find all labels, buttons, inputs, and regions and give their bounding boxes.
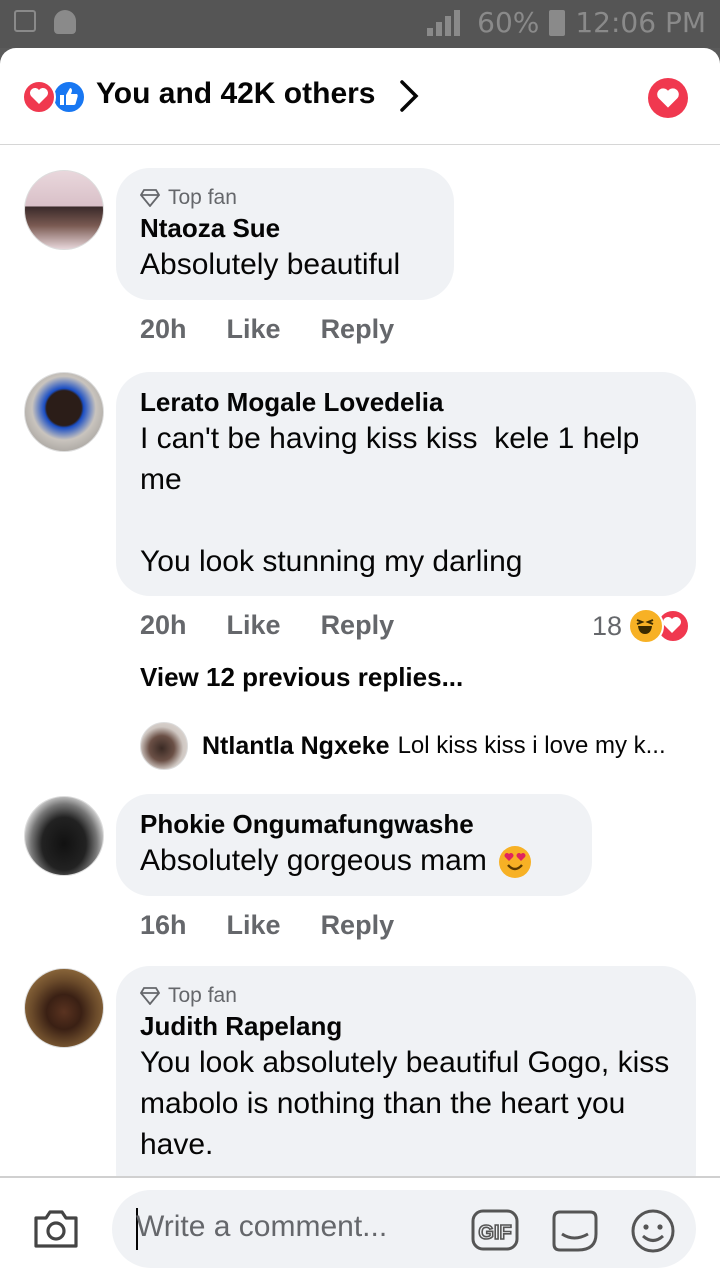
svg-text:GIF: GIF xyxy=(478,1222,511,1244)
avatar[interactable] xyxy=(140,722,188,770)
comment-text: Absolutely gorgeous mam xyxy=(140,840,568,881)
view-previous-replies[interactable]: View 12 previous replies... xyxy=(140,662,463,693)
comment-author[interactable]: Ntaoza Sue xyxy=(140,212,430,244)
comment-time[interactable]: 16h xyxy=(140,910,187,941)
comment-author[interactable]: Lerato Mogale Lovedelia xyxy=(140,386,672,418)
gallery-notification-icon xyxy=(14,10,36,32)
love-reaction-icon xyxy=(22,80,56,114)
reply-text: Lol kiss kiss i love my k... xyxy=(397,732,666,759)
top-fan-badge: Top fan xyxy=(140,982,672,1010)
chevron-right-icon[interactable] xyxy=(394,78,424,114)
avatar[interactable] xyxy=(24,372,104,452)
clock: 12:06 PM xyxy=(575,6,706,39)
comment-time[interactable]: 20h xyxy=(140,314,187,345)
avatar[interactable] xyxy=(24,170,104,250)
battery-percent: 60% xyxy=(477,6,540,39)
diamond-icon xyxy=(140,189,160,207)
avatar[interactable] xyxy=(24,968,104,1048)
emoji-icon[interactable] xyxy=(630,1208,676,1254)
like-button[interactable]: Like xyxy=(227,610,281,641)
reactions-header[interactable]: You and 42K others xyxy=(0,48,720,145)
status-bar: 60% 12:06 PM xyxy=(0,0,720,48)
comment-actions: 16h Like Reply xyxy=(140,910,394,941)
signal-icon xyxy=(427,9,467,36)
comment-author[interactable]: Phokie Ongumafungwashe xyxy=(140,808,568,840)
battery-icon xyxy=(549,9,566,36)
comment-bubble: Top fan Judith Rapelang You look absolut… xyxy=(116,966,696,1206)
reply-button[interactable]: Reply xyxy=(321,910,395,941)
snapchat-notification-icon xyxy=(54,10,76,34)
comment-time[interactable]: 20h xyxy=(140,610,187,641)
sticker-icon[interactable] xyxy=(550,1208,600,1254)
love-reaction-button[interactable] xyxy=(648,78,688,118)
reply-button[interactable]: Reply xyxy=(321,314,395,345)
reaction-icons xyxy=(22,80,88,114)
like-button[interactable]: Like xyxy=(227,910,281,941)
comment-bubble: Phokie Ongumafungwashe Absolutely gorgeo… xyxy=(116,794,592,896)
comments-sheet: You and 42K others Top fan Ntaoza Sue Ab… xyxy=(0,48,720,1280)
comment-input[interactable]: Write a comment... GIF xyxy=(112,1190,696,1268)
comment-author[interactable]: Judith Rapelang xyxy=(140,1010,672,1042)
comment-bubble: Top fan Ntaoza Sue Absolutely beautiful xyxy=(116,168,454,300)
reply-preview[interactable]: Ntlantla Ngxeke Lol kiss kiss i love my … xyxy=(140,722,666,770)
heart-eyes-emoji-icon xyxy=(499,846,532,879)
reaction-count: 18 xyxy=(592,610,623,641)
top-fan-badge: Top fan xyxy=(140,184,430,212)
haha-reaction-icon xyxy=(628,608,665,644)
avatar[interactable] xyxy=(24,796,104,876)
comment-bubble: Lerato Mogale Lovedelia I can't be havin… xyxy=(116,372,696,596)
reactions-summary[interactable]: You and 42K others xyxy=(96,77,376,111)
reply-author[interactable]: Ntlantla Ngxeke xyxy=(202,732,390,761)
comment-actions: 20h Like Reply xyxy=(140,610,394,641)
reaction-summary[interactable]: 18 xyxy=(592,608,691,644)
camera-icon[interactable] xyxy=(32,1208,80,1250)
like-reaction-icon xyxy=(52,80,86,114)
like-button[interactable]: Like xyxy=(227,314,281,345)
comment-text: Absolutely beautiful xyxy=(140,248,401,281)
comment-composer: Write a comment... GIF xyxy=(0,1176,720,1280)
comment-placeholder: Write a comment... xyxy=(136,1210,388,1243)
comment-actions: 20h Like Reply xyxy=(140,314,394,345)
reply-button[interactable]: Reply xyxy=(321,610,395,641)
comment-text: You look absolutely beautiful Gogo, kiss… xyxy=(140,1046,678,1161)
gif-icon[interactable]: GIF xyxy=(470,1208,520,1252)
diamond-icon xyxy=(140,987,160,1005)
comment-text: I can't be having kiss kiss kele 1 help … xyxy=(140,422,640,578)
